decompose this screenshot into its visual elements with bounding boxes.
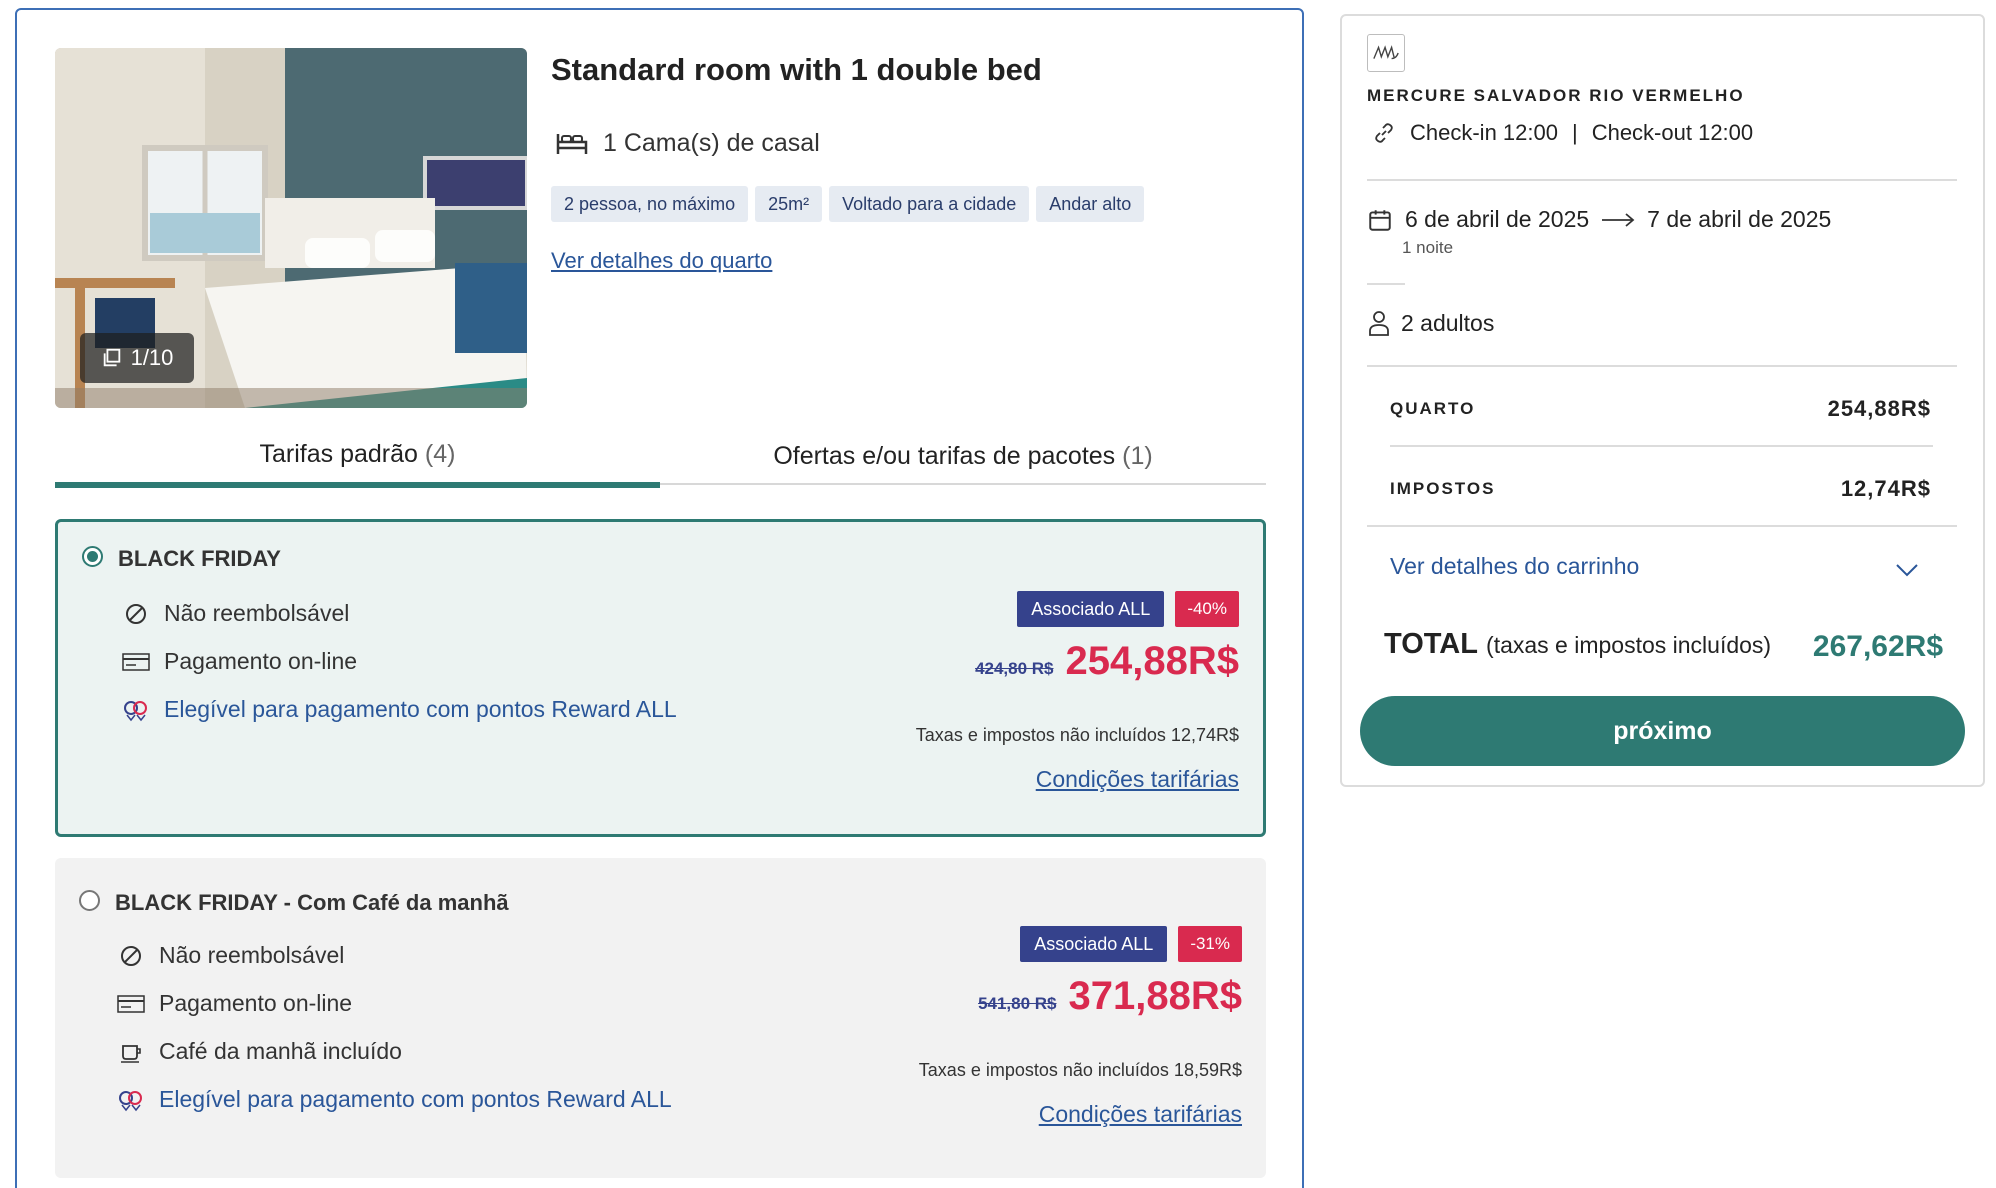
- room-card: 1/10 Standard room with 1 double bed 1 C…: [15, 8, 1304, 1188]
- feature-text: Não reembolsável: [164, 600, 350, 626]
- no-refund-icon: [121, 945, 141, 966]
- person-icon: [1369, 311, 1389, 336]
- hotel-name: MERCURE SALVADOR RIO VERMELHO: [1367, 86, 1745, 105]
- nights-count: 1 noite: [1402, 238, 1454, 257]
- feature-text: Elegível para pagamento com pontos Rewar…: [159, 1086, 672, 1112]
- feature-text: Pagamento on-line: [159, 990, 353, 1016]
- coffee-cup-icon: [121, 1044, 141, 1063]
- tab-label: Tarifas padrão: [259, 440, 418, 468]
- rate-conditions-link[interactable]: Condições tarifárias: [1039, 1101, 1242, 1128]
- feature-online-payment: Pagamento on-line: [122, 648, 357, 675]
- reward-points-icon: [124, 700, 147, 721]
- current-price: 371,88R$: [1068, 974, 1242, 1018]
- feature-non-refundable: Não reembolsável: [117, 942, 344, 969]
- rate-name: BLACK FRIDAY: [118, 546, 281, 571]
- rate-option-black-friday-breakfast[interactable]: BLACK FRIDAY - Com Café da manhã Não ree…: [55, 858, 1266, 1178]
- rate-conditions-link[interactable]: Condições tarifárias: [1036, 766, 1239, 793]
- guests: 2 adultos: [1367, 309, 1494, 337]
- old-price: 424,80 R$: [975, 659, 1054, 678]
- checkout-time: Check-out 12:00: [1591, 120, 1754, 145]
- rate-radio[interactable]: [79, 890, 100, 911]
- tag-view: Voltado para a cidade: [829, 186, 1030, 222]
- total-value: 267,62R$: [1812, 630, 1943, 663]
- credit-card-icon: [122, 652, 150, 671]
- price-row: 424,80 R$ 254,88R$: [975, 639, 1239, 684]
- rate-option-black-friday[interactable]: BLACK FRIDAY Não reembolsável Pagamento …: [55, 519, 1266, 837]
- feature-online-payment: Pagamento on-line: [117, 990, 352, 1017]
- tag-size: 25m²: [755, 186, 823, 222]
- tab-count: (4): [424, 440, 456, 468]
- feature-text: Pagamento on-line: [164, 648, 358, 674]
- bed-info: 1 Cama(s) de casal: [555, 128, 820, 158]
- discount-badge: -40%: [1175, 591, 1239, 627]
- tag-capacity: 2 pessoa, no máximo: [551, 186, 749, 222]
- tax-line-label: IMPOSTOS: [1390, 479, 1496, 498]
- link-icon: [1375, 123, 1393, 143]
- tab-package-offers[interactable]: Ofertas e/ou tarifas de pacotes (1): [660, 430, 1266, 485]
- rate-badges: Associado ALL -31%: [1020, 926, 1242, 962]
- feature-reward-points: Elegível para pagamento com pontos Rewar…: [117, 1086, 672, 1113]
- feature-text: Não reembolsável: [159, 942, 345, 968]
- feature-non-refundable: Não reembolsável: [122, 600, 349, 627]
- calendar-icon: [1369, 209, 1391, 231]
- bed-text: 1 Cama(s) de casal: [603, 128, 820, 157]
- room-title: Standard room with 1 double bed: [551, 52, 1042, 87]
- room-line-value: 254,88R$: [1827, 396, 1931, 421]
- price-row: 541,80 R$ 371,88R$: [978, 974, 1242, 1019]
- current-price: 254,88R$: [1065, 639, 1239, 683]
- room-line-label: QUARTO: [1390, 399, 1476, 418]
- divider: [1390, 445, 1933, 447]
- taxes-note: Taxas e impostos não incluídos 18,59R$: [918, 1060, 1242, 1080]
- feature-text: Elegível para pagamento com pontos Rewar…: [164, 696, 677, 722]
- tab-label: Ofertas e/ou tarifas de pacotes: [773, 442, 1116, 470]
- next-button[interactable]: próximo: [1360, 696, 1965, 766]
- rate-radio-selected[interactable]: [82, 546, 103, 567]
- divider: [1367, 365, 1957, 367]
- date-from: 6 de abril de 2025: [1405, 206, 1590, 232]
- hotel-logo-icon: [1373, 45, 1399, 60]
- booking-summary: MERCURE SALVADOR RIO VERMELHO Check-in 1…: [1340, 14, 1985, 787]
- tag-floor: Andar alto: [1036, 186, 1145, 222]
- room-details-link[interactable]: Ver detalhes do quarto: [551, 248, 772, 274]
- feature-breakfast: Café da manhã incluído: [117, 1038, 402, 1065]
- bed-icon: [556, 134, 588, 154]
- divider: [1367, 525, 1957, 527]
- rate-name: BLACK FRIDAY - Com Café da manhã: [115, 890, 509, 915]
- member-badge: Associado ALL: [1017, 591, 1165, 627]
- stay-dates: 6 de abril de 2025 7 de abril de 2025: [1367, 206, 1831, 233]
- room-photo[interactable]: 1/10: [55, 48, 527, 408]
- check-times: Check-in 12:00 | Check-out 12:00: [1372, 120, 1753, 146]
- tab-standard-rates[interactable]: Tarifas padrão (4): [55, 430, 660, 488]
- divider-short: [1367, 283, 1405, 285]
- feature-text: Café da manhã incluído: [159, 1038, 402, 1064]
- no-refund-icon: [126, 603, 146, 624]
- photo-counter[interactable]: 1/10: [80, 333, 194, 383]
- rate-badges: Associado ALL -40%: [1017, 591, 1239, 627]
- tab-count: (1): [1122, 442, 1153, 470]
- taxes-note: Taxas e impostos não incluídos 12,74R$: [915, 725, 1239, 745]
- tax-line-value: 12,74R$: [1840, 476, 1931, 501]
- member-badge: Associado ALL: [1020, 926, 1168, 962]
- total-label-text: TOTAL: [1384, 628, 1478, 660]
- chevron-down-icon[interactable]: [1894, 561, 1920, 579]
- check-separator: |: [1571, 120, 1578, 145]
- photo-counter-text: 1/10: [130, 345, 174, 370]
- discount-badge: -31%: [1178, 926, 1242, 962]
- checkin-time: Check-in 12:00: [1410, 120, 1558, 145]
- date-to: 7 de abril de 2025: [1647, 206, 1832, 232]
- total-label: TOTAL (taxas e impostos incluídos): [1384, 628, 1771, 661]
- cart-details-toggle[interactable]: Ver detalhes do carrinho: [1390, 553, 1639, 580]
- credit-card-icon: [117, 994, 145, 1013]
- gallery-icon: [103, 348, 120, 367]
- arrow-right-icon: [1602, 212, 1635, 227]
- total-note: (taxas e impostos incluídos): [1486, 632, 1772, 658]
- rate-tabs: Tarifas padrão (4) Ofertas e/ou tarifas …: [55, 430, 1266, 488]
- hotel-logo: [1367, 34, 1405, 72]
- feature-reward-points: Elegível para pagamento com pontos Rewar…: [122, 696, 677, 723]
- guests-text: 2 adultos: [1401, 309, 1495, 336]
- reward-points-icon: [119, 1090, 142, 1111]
- divider: [1367, 179, 1957, 181]
- old-price: 541,80 R$: [978, 994, 1057, 1013]
- room-tags: 2 pessoa, no máximo 25m² Voltado para a …: [551, 186, 1145, 222]
